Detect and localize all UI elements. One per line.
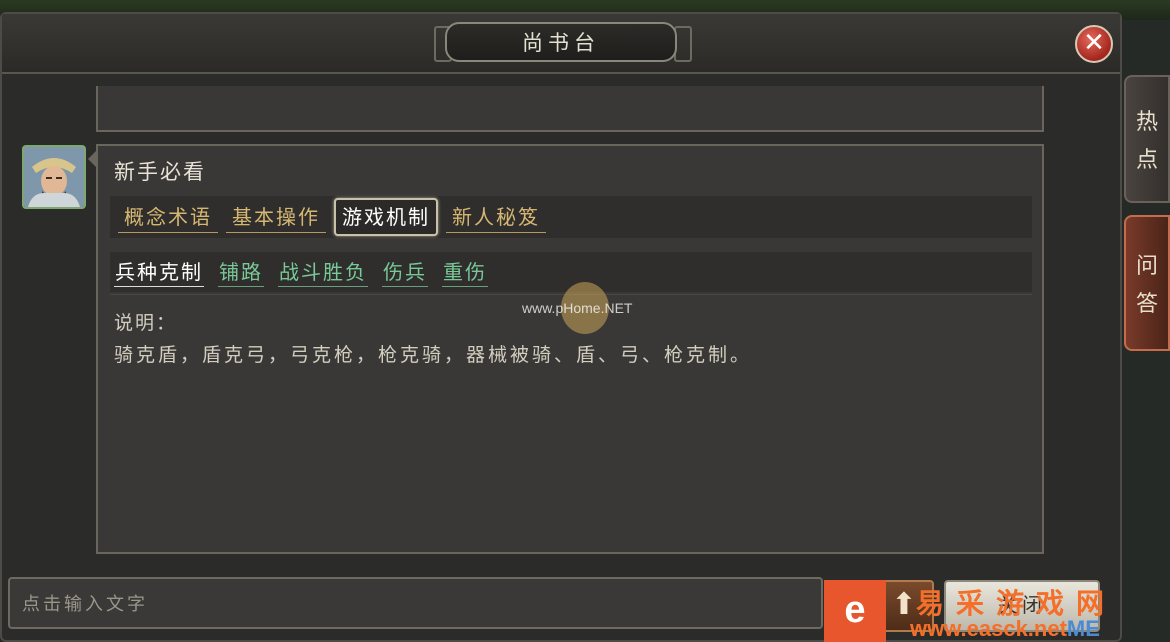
side-tab-hot-char-2: 点 xyxy=(1135,148,1158,173)
side-tab-hot-char-1: 热 xyxy=(1135,110,1158,135)
previous-message-panel xyxy=(96,86,1044,132)
side-tab-qa-char-1: 问 xyxy=(1135,254,1158,279)
subtab-unit-counters[interactable]: 兵种克制 xyxy=(114,258,204,287)
tab-concepts[interactable]: 概念术语 xyxy=(118,202,218,233)
side-tab-qa-char-2: 答 xyxy=(1135,292,1158,317)
tab-game-mechanics[interactable]: 游戏机制 xyxy=(334,198,438,236)
guide-tabs: 概念术语 基本操作 游戏机制 新人秘笈 xyxy=(110,196,1032,238)
description-text: 骑克盾，盾克弓，弓克枪，枪克骑，器械被骑、盾、弓、枪克制。 xyxy=(114,344,753,366)
watermark-text: www.pHome.NET xyxy=(522,300,633,316)
brand-logo-icon: e xyxy=(824,580,886,642)
side-tab-qa[interactable]: 问 答 xyxy=(1124,215,1170,351)
advisor-avatar xyxy=(22,145,86,209)
chat-input[interactable] xyxy=(10,579,835,629)
chat-input-bar xyxy=(8,577,835,629)
side-tab-hot-topics[interactable]: 热 点 xyxy=(1124,75,1170,203)
close-button[interactable]: ✕ xyxy=(1075,25,1113,63)
window-title: 尚书台 xyxy=(445,22,677,62)
window-header: 尚书台 xyxy=(2,14,1120,74)
guide-heading: 新手必看 xyxy=(114,160,206,184)
brand-url: www.easck.netME xyxy=(910,616,1100,642)
subtab-wounded-troops[interactable]: 伤兵 xyxy=(382,258,428,287)
brand-url-suffix: ME xyxy=(1066,616,1100,641)
brand-url-text: www.easck.net xyxy=(910,616,1067,641)
brand-watermark: e 易采游戏网 www.easck.netME xyxy=(824,580,1170,642)
tab-newbie-tips[interactable]: 新人秘笈 xyxy=(446,202,546,233)
description-label: 说明： xyxy=(114,312,178,334)
advisor-portrait-icon xyxy=(24,147,84,207)
subtab-road-building[interactable]: 铺路 xyxy=(218,258,264,287)
subtab-battle-outcome[interactable]: 战斗胜负 xyxy=(278,258,368,287)
guide-panel: 新手必看 概念术语 基本操作 游戏机制 新人秘笈 兵种克制 铺路 战斗胜负 伤兵… xyxy=(96,144,1044,554)
tab-basic-operations[interactable]: 基本操作 xyxy=(226,202,326,233)
subtab-severe-wounds[interactable]: 重伤 xyxy=(442,258,488,287)
